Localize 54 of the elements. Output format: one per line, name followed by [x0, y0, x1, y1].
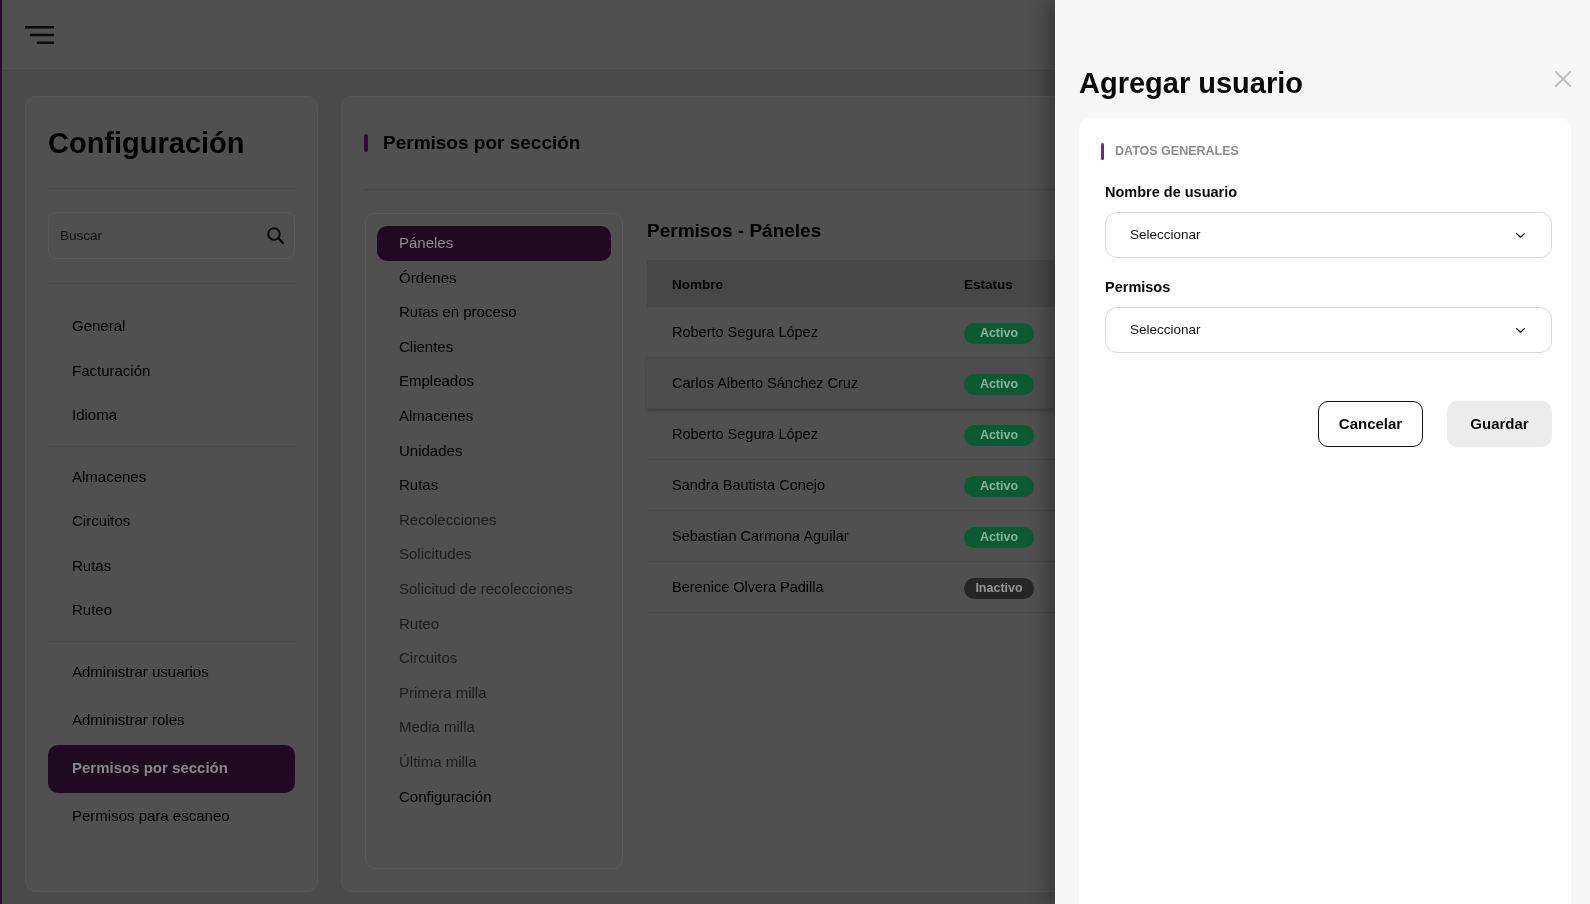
- form-button[interactable]: Guardar: [1447, 401, 1552, 447]
- status-badge: Activo: [964, 526, 1034, 548]
- status-badge: Inactivo: [964, 577, 1034, 599]
- sidebar-item[interactable]: Almacenes: [48, 454, 295, 499]
- module-item[interactable]: Unidades: [377, 433, 611, 469]
- sidebar-item[interactable]: Rutas: [48, 543, 295, 588]
- select-field[interactable]: Seleccionar: [1105, 212, 1552, 258]
- section-title: Permisos por sección: [383, 131, 581, 155]
- module-item[interactable]: Rutas: [377, 468, 611, 503]
- user-name: Roberto Segura López: [672, 426, 818, 442]
- user-name: Sebastian Carmona Aguilar: [672, 528, 849, 544]
- chevron-down-icon: [1516, 327, 1525, 333]
- module-item[interactable]: Configuración: [377, 779, 611, 815]
- close-icon: [1555, 71, 1571, 87]
- user-name: Berenice Olvera Padilla: [672, 579, 824, 595]
- title-accent-bar: [364, 134, 368, 152]
- sidebar-item[interactable]: Administrar roles: [48, 696, 295, 745]
- drawer-title: Agregar usuario: [1079, 67, 1303, 99]
- sidebar-item[interactable]: Ruteo: [48, 588, 295, 633]
- sidebar-item[interactable]: Circuitos: [48, 499, 295, 544]
- close-button[interactable]: [1555, 71, 1571, 87]
- form-button[interactable]: Cancelar: [1318, 401, 1423, 447]
- user-name: Roberto Segura López: [672, 324, 818, 340]
- search-icon: [267, 227, 284, 244]
- section-accent-bar: [1101, 142, 1104, 160]
- status-badge: Activo: [964, 322, 1034, 344]
- column-header: Estatus: [964, 276, 1013, 292]
- status-badge: Activo: [964, 424, 1034, 446]
- user-name: Sandra Bautista Conejo: [672, 477, 826, 493]
- module-item[interactable]: Páneles: [377, 226, 611, 261]
- table-title: Permisos - Páneles: [647, 219, 822, 243]
- sidebar-title: Configuración: [48, 128, 245, 158]
- sidebar-item[interactable]: General: [48, 304, 295, 349]
- status-badge: Activo: [964, 475, 1034, 497]
- user-name: Carlos Alberto Sánchez Cruz: [672, 375, 859, 391]
- sidebar-item[interactable]: Permisos por sección: [48, 744, 295, 793]
- module-item[interactable]: Empleados: [377, 364, 611, 399]
- sidebar-item[interactable]: Permisos para escaneo: [48, 792, 295, 841]
- field-label: Permisos: [1105, 278, 1171, 298]
- module-item[interactable]: Clientes: [377, 329, 611, 365]
- field-label: Nombre de usuario: [1105, 183, 1238, 203]
- sidebar-item[interactable]: Facturación: [48, 348, 295, 393]
- module-item[interactable]: Rutas en proceso: [377, 295, 611, 330]
- module-item[interactable]: Almacenes: [377, 398, 611, 434]
- status-badge: Activo: [964, 373, 1034, 395]
- module-item[interactable]: Órdenes: [377, 260, 611, 296]
- select-field[interactable]: Seleccionar: [1105, 307, 1552, 353]
- chevron-down-icon: [1516, 232, 1525, 238]
- search-field[interactable]: Buscar: [48, 212, 295, 259]
- menu-icon[interactable]: [25, 26, 54, 44]
- form-section-title: DATOS GENERALES: [1115, 142, 1239, 160]
- sidebar-item[interactable]: Idioma: [48, 393, 295, 438]
- column-header: Nombre: [672, 276, 723, 292]
- sidebar-item[interactable]: Administrar usuarios: [48, 648, 295, 697]
